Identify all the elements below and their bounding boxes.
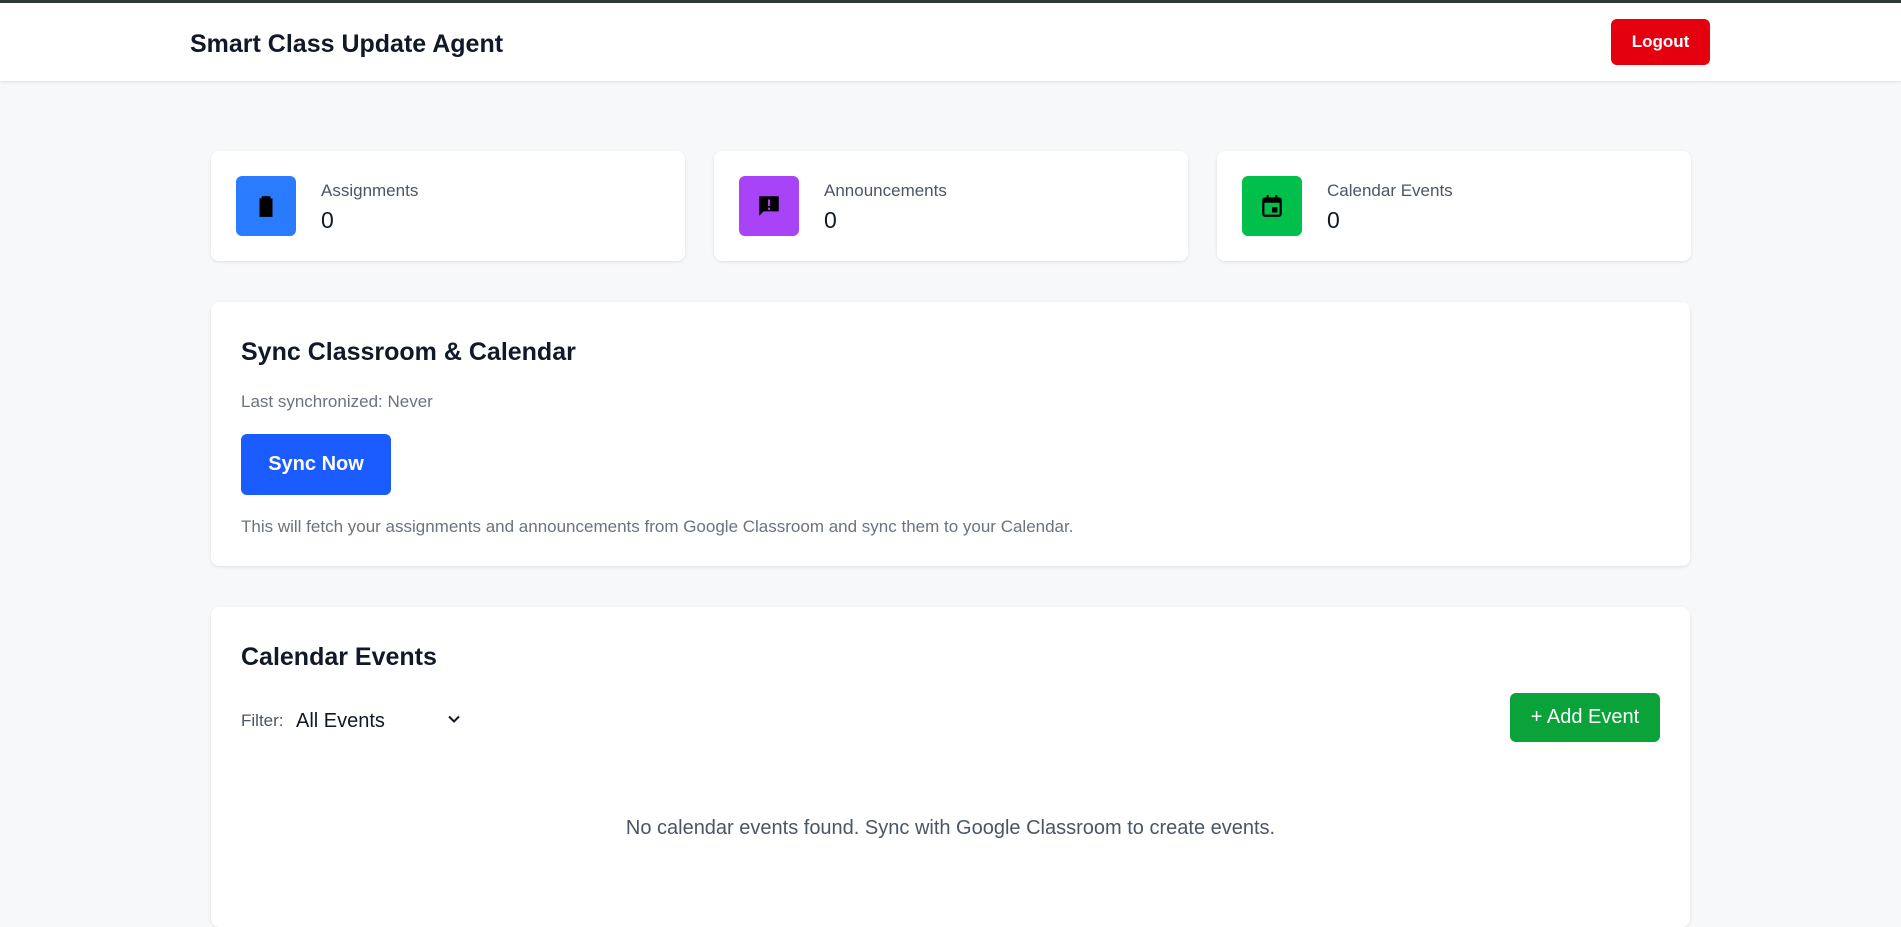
empty-state-message: No calendar events found. Sync with Goog… (625, 817, 1276, 839)
stat-value: 0 (824, 207, 837, 233)
filter-select[interactable]: All Events (296, 705, 466, 737)
sync-title: Sync Classroom & Calendar (241, 338, 576, 366)
clipboard-icon (236, 176, 296, 236)
stat-value: 0 (321, 207, 334, 233)
announcement-icon (739, 176, 799, 236)
sync-description: This will fetch your assignments and ann… (241, 517, 1074, 536)
stat-value: 0 (1327, 207, 1340, 233)
logout-button[interactable]: Logout (1611, 19, 1710, 65)
stat-label: Calendar Events (1327, 181, 1453, 200)
stat-card-assignments: Assignments 0 (211, 151, 685, 261)
filter-label: Filter: (241, 711, 284, 730)
calendar-events-panel: Calendar Events Filter: All Events + Add… (211, 607, 1690, 927)
sync-now-button[interactable]: Sync Now (241, 434, 391, 495)
app-header: Smart Class Update Agent Logout (0, 3, 1901, 81)
add-event-button[interactable]: + Add Event (1510, 693, 1660, 742)
stat-card-calendar-events: Calendar Events 0 (1217, 151, 1691, 261)
filter-value: All Events (296, 709, 385, 732)
events-title: Calendar Events (241, 643, 437, 671)
app-title: Smart Class Update Agent (190, 30, 504, 58)
calendar-icon (1242, 176, 1302, 236)
stat-card-announcements: Announcements 0 (714, 151, 1188, 261)
stat-label: Assignments (321, 181, 419, 200)
chevron-down-icon (448, 715, 460, 723)
last-synced-text: Last synchronized: Never (241, 392, 433, 411)
stat-label: Announcements (824, 181, 947, 200)
sync-panel: Sync Classroom & Calendar Last synchroni… (211, 302, 1690, 566)
